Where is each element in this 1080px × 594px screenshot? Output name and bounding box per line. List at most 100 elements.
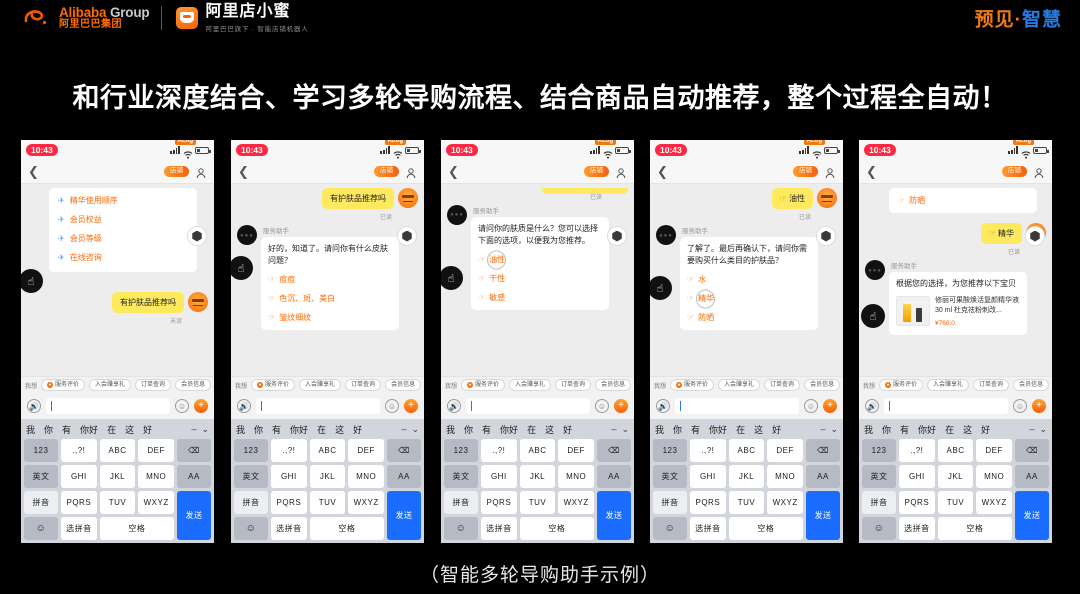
quick-tab-member-info[interactable]: 会员信息	[595, 379, 632, 391]
key-mno[interactable]: MNO	[138, 465, 174, 488]
more-actions-button[interactable]: +	[614, 399, 628, 413]
suggestion-word[interactable]: 在	[945, 423, 954, 436]
key-space[interactable]: 空格	[99, 517, 174, 540]
key-punctuation[interactable]: .,?!	[271, 439, 307, 462]
bot-option[interactable]: ☞ 痘痘	[268, 274, 392, 286]
bot-option-tapped[interactable]: ☞ 油性	[478, 250, 602, 270]
quick-tab-service-review[interactable]: ★ 服务评价	[879, 379, 924, 391]
key-caps[interactable]: AA	[806, 465, 840, 488]
quick-tab-order-query[interactable]: 订单查询	[345, 379, 382, 391]
chevron-down-icon[interactable]: ⌄	[1039, 424, 1047, 435]
agent-badge-icon[interactable]	[397, 226, 417, 246]
key-123[interactable]: 123	[234, 439, 268, 462]
back-icon[interactable]: ❮	[448, 165, 459, 178]
suggestion-word[interactable]: 这	[963, 423, 972, 436]
quick-tab-service-review[interactable]: ★ 服务评价	[461, 379, 506, 391]
bot-option[interactable]: ☞ 色沉、斑、美白	[268, 293, 392, 305]
suggestion-word[interactable]: 你好	[918, 423, 936, 436]
key-def[interactable]: DEF	[976, 439, 1012, 462]
key-def[interactable]: DEF	[767, 439, 803, 462]
bot-option[interactable]: ☞ 水	[687, 274, 811, 286]
key-space[interactable]: 空格	[309, 517, 384, 540]
suggestion-word[interactable]: 这	[335, 423, 344, 436]
key-pqrs[interactable]: PQRS	[271, 491, 307, 514]
collapse-icon[interactable]: –	[1029, 424, 1034, 434]
voice-icon[interactable]: 🔊	[447, 399, 461, 413]
key-tuv[interactable]: TUV	[99, 491, 136, 514]
key-space[interactable]: 空格	[937, 517, 1012, 540]
message-input[interactable]	[46, 398, 170, 414]
more-actions-button[interactable]: +	[1032, 399, 1046, 413]
key-caps[interactable]: AA	[387, 465, 421, 488]
agent-badge-icon[interactable]	[1025, 226, 1045, 246]
quick-tab-service-review[interactable]: ★ 服务评价	[251, 379, 296, 391]
key-send[interactable]: 发送	[597, 491, 631, 540]
message-input[interactable]	[256, 398, 380, 414]
key-tuv[interactable]: TUV	[937, 491, 974, 514]
key-ghi[interactable]: GHI	[481, 465, 517, 488]
back-icon[interactable]: ❮	[28, 165, 39, 178]
key-jkl[interactable]: JKL	[519, 465, 556, 488]
key-pqrs[interactable]: PQRS	[690, 491, 726, 514]
key-backspace[interactable]: ⌫	[177, 439, 211, 462]
suggestion-word[interactable]: 你好	[709, 423, 727, 436]
key-backspace[interactable]: ⌫	[1015, 439, 1049, 462]
suggestion-word[interactable]: 有	[691, 423, 700, 436]
key-mno[interactable]: MNO	[348, 465, 384, 488]
suggestion-word[interactable]: 有	[900, 423, 909, 436]
key-emoji-icon[interactable]: ☺	[24, 517, 58, 540]
message-input[interactable]	[884, 398, 1008, 414]
key-punctuation[interactable]: .,?!	[481, 439, 517, 462]
key-ghi[interactable]: GHI	[690, 465, 726, 488]
suggestion-word[interactable]: 你	[673, 423, 682, 436]
shop-button[interactable]: 店铺	[793, 166, 818, 177]
key-backspace[interactable]: ⌫	[387, 439, 421, 462]
key-tuv[interactable]: TUV	[728, 491, 765, 514]
key-punctuation[interactable]: .,?!	[899, 439, 935, 462]
key-pqrs[interactable]: PQRS	[61, 491, 97, 514]
suggestion-word[interactable]: 你	[464, 423, 473, 436]
profile-icon[interactable]	[195, 166, 207, 178]
message-input[interactable]	[675, 398, 799, 414]
quick-tab-member-gift[interactable]: 入会赚享礼	[299, 379, 342, 391]
more-actions-button[interactable]: +	[194, 399, 208, 413]
key-tuv[interactable]: TUV	[519, 491, 556, 514]
suggestion-word[interactable]: 好	[353, 423, 362, 436]
key-send[interactable]: 发送	[177, 491, 211, 540]
quick-tab-member-gift[interactable]: 入会赚享礼	[89, 379, 132, 391]
bot-option[interactable]: ☞ 防晒	[898, 195, 1028, 206]
product-card[interactable]: 修丽可果酸焕活复颜精华液 30 ml 杜克祛粉刺改... ¥760.0	[896, 296, 1020, 329]
key-caps[interactable]: AA	[1015, 465, 1049, 488]
message-input[interactable]	[466, 398, 590, 414]
key-caps[interactable]: AA	[177, 465, 211, 488]
key-mno[interactable]: MNO	[976, 465, 1012, 488]
suggestion-word[interactable]: 有	[62, 423, 71, 436]
more-actions-button[interactable]: +	[404, 399, 418, 413]
key-choose-pinyin[interactable]: 选拼音	[271, 517, 307, 540]
quick-tab-service-review[interactable]: ★ 服务评价	[670, 379, 715, 391]
key-punctuation[interactable]: .,?!	[690, 439, 726, 462]
bot-option[interactable]: ☞ 皱纹细纹	[268, 312, 392, 324]
suggestion-word[interactable]: 你	[254, 423, 263, 436]
agent-badge-icon[interactable]	[607, 226, 627, 246]
key-pinyin[interactable]: 拼音	[24, 491, 58, 514]
key-english[interactable]: 英文	[862, 465, 896, 488]
shop-button[interactable]: 店铺	[1002, 166, 1027, 177]
suggestion-word[interactable]: 我	[236, 423, 245, 436]
voice-icon[interactable]: 🔊	[237, 399, 251, 413]
key-caps[interactable]: AA	[597, 465, 631, 488]
quick-tab-service-review[interactable]: ★ 服务评价	[41, 379, 86, 391]
suggestion-word[interactable]: 我	[446, 423, 455, 436]
voice-icon[interactable]: 🔊	[865, 399, 879, 413]
agent-badge-icon[interactable]	[816, 226, 836, 246]
suggestion-word[interactable]: 你好	[290, 423, 308, 436]
key-send[interactable]: 发送	[806, 491, 840, 540]
key-space[interactable]: 空格	[519, 517, 594, 540]
suggestion-word[interactable]: 你好	[500, 423, 518, 436]
bot-option[interactable]: ☞ 防晒	[687, 312, 811, 324]
profile-icon[interactable]	[824, 166, 836, 178]
profile-icon[interactable]	[405, 166, 417, 178]
suggestion-word[interactable]: 有	[482, 423, 491, 436]
quick-tab-member-info[interactable]: 会员信息	[175, 379, 212, 391]
key-english[interactable]: 英文	[234, 465, 268, 488]
